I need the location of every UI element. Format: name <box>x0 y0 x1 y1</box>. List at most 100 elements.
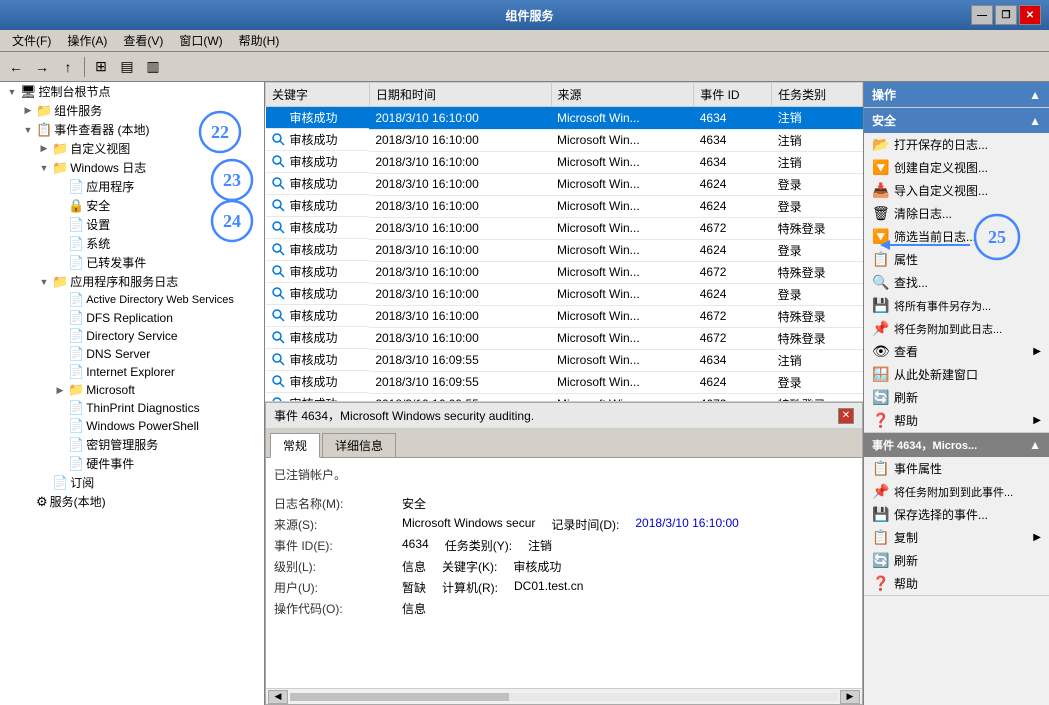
expand-toggle[interactable]: ▼ <box>36 163 52 173</box>
action-find[interactable]: 🔍 查找... <box>864 271 1049 294</box>
expand-toggle[interactable]: ▼ <box>20 125 36 135</box>
event-table-row[interactable]: 审核成功2018/3/10 16:10:00Microsoft Win...46… <box>266 261 863 283</box>
menu-action[interactable]: 操作(A) <box>59 30 115 51</box>
up-button[interactable]: ↑ <box>56 55 80 79</box>
tree-item-setup[interactable]: ▶ 📄 设置 <box>0 215 264 234</box>
event-table-container[interactable]: 关键字 日期和时间 来源 事件 ID 任务类别 审核成功2018/3/10 16… <box>265 82 863 402</box>
expand-toggle[interactable]: ▼ <box>36 277 52 287</box>
action-save-selected[interactable]: 💾 保存选择的事件... <box>864 503 1049 526</box>
expand-toggle[interactable]: ▶ <box>36 143 52 154</box>
restore-button[interactable]: ❐ <box>995 5 1017 25</box>
action-event-properties[interactable]: 📋 事件属性 <box>864 457 1049 480</box>
main-container: ▼ 🖥 控制台根节点 ▶ 📁 组件服务 ▼ 📋 事件查看器 (本地) ▶ 📁 自… <box>0 82 1049 705</box>
event-table-row[interactable]: 审核成功2018/3/10 16:09:55Microsoft Win...46… <box>266 349 863 371</box>
close-button[interactable]: ✕ <box>1019 5 1041 25</box>
action-create-custom-view[interactable]: 🔽 创建自定义视图... <box>864 156 1049 179</box>
tree-item-security[interactable]: ▶ 🔒 安全 <box>0 196 264 215</box>
scroll-right[interactable]: ▶ <box>840 690 860 704</box>
expand-toggle[interactable]: ▶ <box>52 385 68 396</box>
action-attach-task-event[interactable]: 📌 将任务附加到到此事件... <box>864 480 1049 503</box>
event-table-row[interactable]: 审核成功2018/3/10 16:10:00Microsoft Win...46… <box>266 239 863 261</box>
detail-scrollbar[interactable]: ◀ ▶ <box>266 688 862 704</box>
scroll-left[interactable]: ◀ <box>268 690 288 704</box>
event-table-row[interactable]: 审核成功2018/3/10 16:10:00Microsoft Win...46… <box>266 283 863 305</box>
tree-item-dns-server[interactable]: ▶ 📄 DNS Server <box>0 345 264 363</box>
action-copy[interactable]: 📋 复制 ▶ <box>864 526 1049 549</box>
event-table-row[interactable]: 审核成功2018/3/10 16:09:55Microsoft Win...46… <box>266 393 863 402</box>
action-refresh[interactable]: 🔄 刷新 <box>864 386 1049 409</box>
tab-general[interactable]: 常规 <box>270 433 320 458</box>
event-actions-collapse-icon[interactable]: ▲ <box>1029 438 1041 452</box>
tree-item-app-service-logs[interactable]: ▼ 📁 应用程序和服务日志 <box>0 272 264 291</box>
tree-item-thinprint[interactable]: ▶ 📄 ThinPrint Diagnostics <box>0 399 264 417</box>
actions-section-event: 事件 4634，Micros... ▲ 📋 事件属性 📌 将任务附加到到此事件.… <box>864 433 1049 596</box>
tree-item-system[interactable]: ▶ 📄 系统 <box>0 234 264 253</box>
back-button[interactable]: ← <box>4 55 28 79</box>
menu-view[interactable]: 查看(V) <box>115 30 171 51</box>
cell-task: 特殊登录 <box>772 305 863 327</box>
tree-item-custom-views[interactable]: ▶ 📁 自定义视图 <box>0 139 264 158</box>
value-eventid: 4634 <box>402 537 429 554</box>
cell-source: Microsoft Win... <box>551 305 694 327</box>
search-icon <box>272 309 286 323</box>
tree-item-directory-service[interactable]: ▶ 📄 Directory Service <box>0 327 264 345</box>
tree-item-application[interactable]: ▶ 📄 应用程序 <box>0 177 264 196</box>
event-table-row[interactable]: 审核成功2018/3/10 16:10:00Microsoft Win...46… <box>266 305 863 327</box>
cell-eventid: 4624 <box>694 239 772 261</box>
action-help[interactable]: ❓ 帮助 ▶ <box>864 409 1049 432</box>
tree-item-console-root[interactable]: ▼ 🖥 控制台根节点 <box>0 82 264 101</box>
tree-item-internet-explorer[interactable]: ▶ 📄 Internet Explorer <box>0 363 264 381</box>
tree-item-dfs-replication[interactable]: ▶ 📄 DFS Replication <box>0 309 264 327</box>
minimize-button[interactable]: — <box>971 5 993 25</box>
action-clear-log[interactable]: 🗑 清除日志... <box>864 202 1049 225</box>
tree-item-ad-web-services[interactable]: ▶ 📄 Active Directory Web Services <box>0 291 264 309</box>
actions-collapse-icon[interactable]: ▲ <box>1029 88 1041 102</box>
action-properties[interactable]: 📋 属性 <box>864 248 1049 271</box>
tab-detail[interactable]: 详细信息 <box>322 433 396 457</box>
forward-button[interactable]: → <box>30 55 54 79</box>
tree-item-forwarded[interactable]: ▶ 📄 已转发事件 <box>0 253 264 272</box>
scroll-thumb[interactable] <box>290 693 509 701</box>
tree-item-windows-log[interactable]: ▼ 📁 Windows 日志 <box>0 158 264 177</box>
action-new-window[interactable]: 🪟 从此处新建窗口 <box>864 363 1049 386</box>
action-refresh-event[interactable]: 🔄 刷新 <box>864 549 1049 572</box>
label-logname: 日志名称(M): <box>274 495 394 512</box>
action-help-event[interactable]: ❓ 帮助 <box>864 572 1049 595</box>
tree-item-component-services[interactable]: ▶ 📁 组件服务 <box>0 101 264 120</box>
event-table-row[interactable]: 审核成功2018/3/10 16:10:00Microsoft Win...46… <box>266 195 863 217</box>
refresh-event-icon: 🔄 <box>872 552 890 569</box>
event-table-row[interactable]: 审核成功2018/3/10 16:09:55Microsoft Win...46… <box>266 371 863 393</box>
event-table-row[interactable]: 审核成功2018/3/10 16:10:00Microsoft Win...46… <box>266 173 863 195</box>
detail-close-button[interactable]: ✕ <box>838 408 854 424</box>
cell-keyword: 审核成功 <box>266 107 370 129</box>
tree-item-subscriptions[interactable]: ▶ 📄 订阅 <box>0 473 264 492</box>
list-button[interactable]: ▤ <box>115 55 139 79</box>
tree-item-powershell[interactable]: ▶ 📄 Windows PowerShell <box>0 417 264 435</box>
tree-item-hardware-events[interactable]: ▶ 📄 硬件事件 <box>0 454 264 473</box>
action-open-saved-log[interactable]: 📂 打开保存的日志... <box>864 133 1049 156</box>
action-view[interactable]: 👁 查看 ▶ <box>864 340 1049 363</box>
cell-keyword: 审核成功 <box>266 305 370 327</box>
show-grid-button[interactable]: ⊞ <box>89 55 113 79</box>
menu-window[interactable]: 窗口(W) <box>171 30 230 51</box>
event-table-row[interactable]: 审核成功2018/3/10 16:10:00Microsoft Win...46… <box>266 217 863 239</box>
expand-toggle[interactable]: ▶ <box>20 105 36 116</box>
event-table-row[interactable]: 审核成功2018/3/10 16:10:00Microsoft Win...46… <box>266 107 863 130</box>
event-table-row[interactable]: 审核成功2018/3/10 16:10:00Microsoft Win...46… <box>266 327 863 349</box>
menu-help[interactable]: 帮助(H) <box>231 30 288 51</box>
tree-item-event-viewer[interactable]: ▼ 📋 事件查看器 (本地) <box>0 120 264 139</box>
expand-toggle[interactable]: ▼ <box>4 87 20 97</box>
tree-item-local-services[interactable]: ▶ ⚙ 服务(本地) <box>0 492 264 511</box>
col-task: 任务类别 <box>772 83 863 107</box>
event-table-row[interactable]: 审核成功2018/3/10 16:10:00Microsoft Win...46… <box>266 129 863 151</box>
action-save-all[interactable]: 💾 将所有事件另存为... <box>864 294 1049 317</box>
action-import-custom-view[interactable]: 📥 导入自定义视图... <box>864 179 1049 202</box>
tree-item-microsoft[interactable]: ▶ 📁 Microsoft <box>0 381 264 399</box>
event-table-row[interactable]: 审核成功2018/3/10 16:10:00Microsoft Win...46… <box>266 151 863 173</box>
properties-button[interactable]: ▥ <box>141 55 165 79</box>
tree-item-cert-services[interactable]: ▶ 📄 密钥管理服务 <box>0 435 264 454</box>
action-filter-log[interactable]: 🔽 筛选当前日志... <box>864 225 1049 248</box>
security-collapse-icon[interactable]: ▲ <box>1029 114 1041 128</box>
menu-file[interactable]: 文件(F) <box>4 30 59 51</box>
action-attach-task-log[interactable]: 📌 将任务附加到此日志... <box>864 317 1049 340</box>
